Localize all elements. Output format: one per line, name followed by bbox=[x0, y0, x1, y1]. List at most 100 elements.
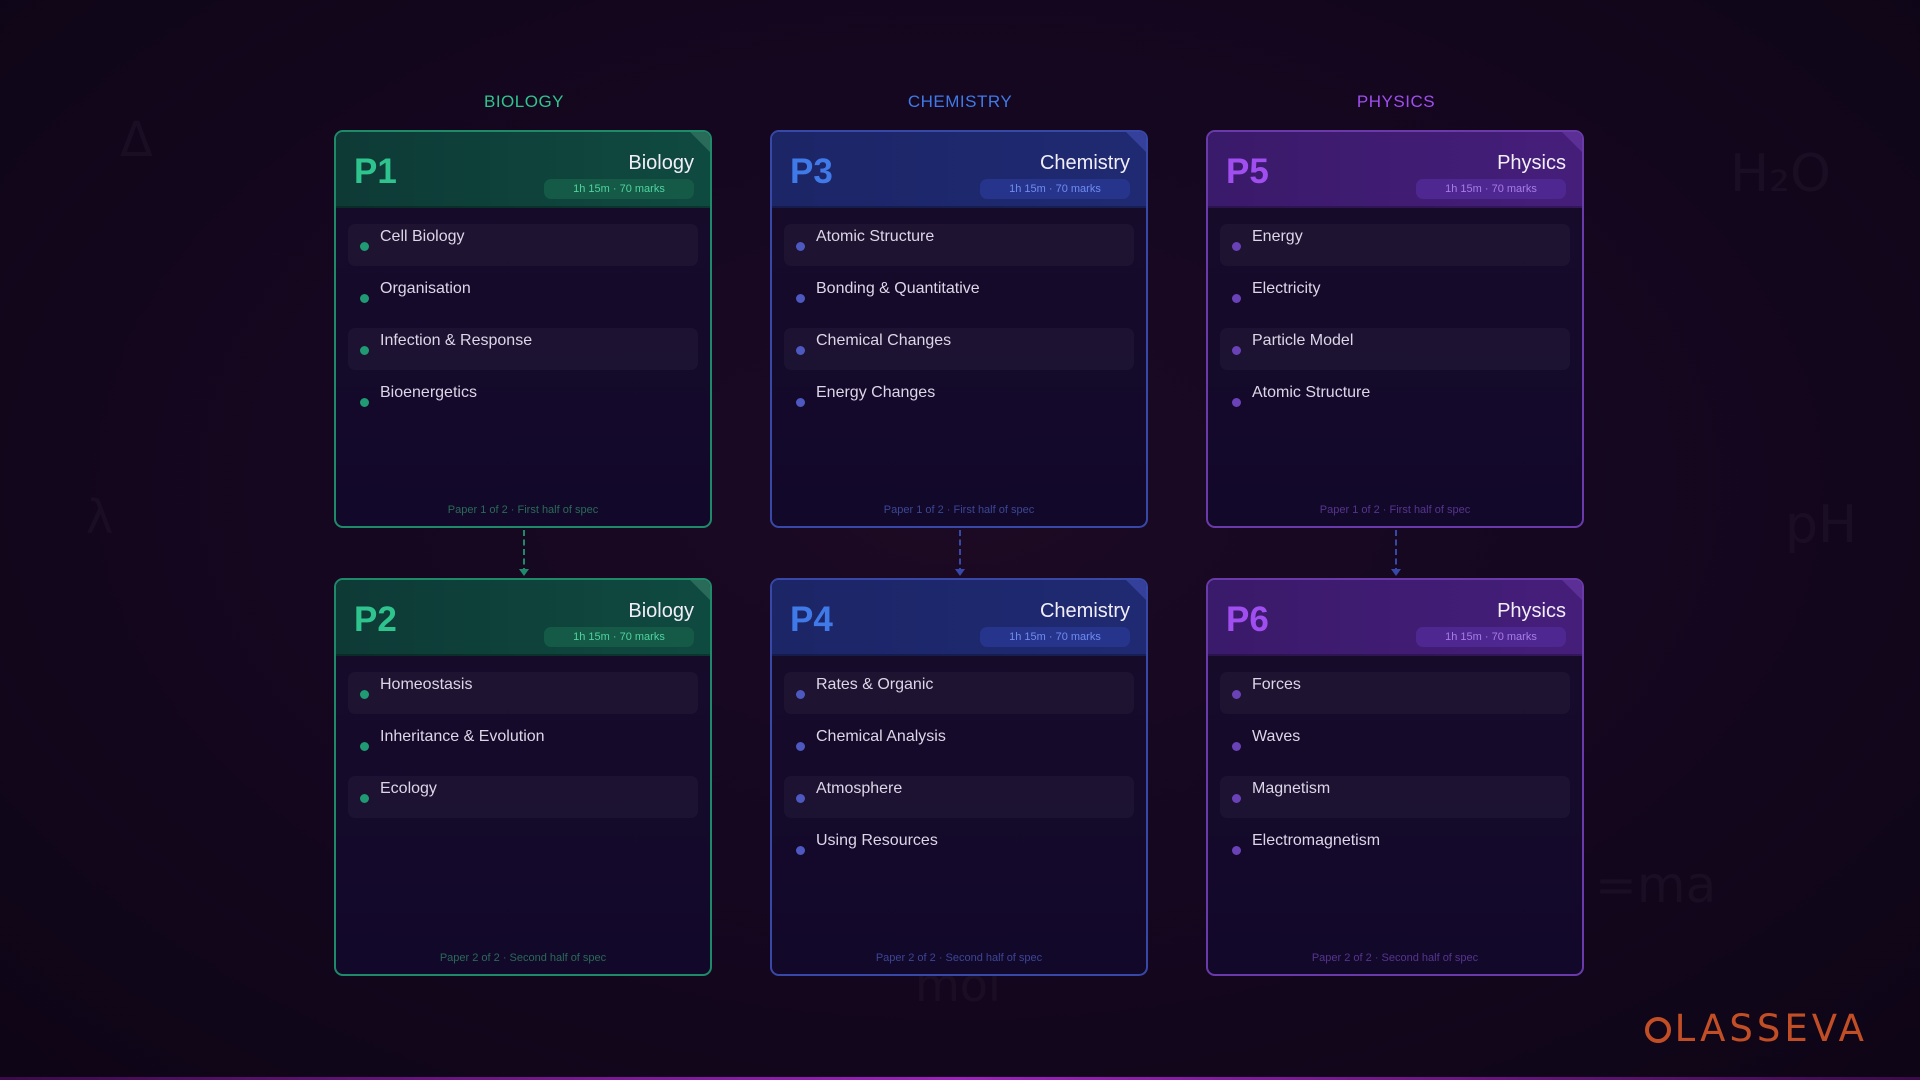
topic-item[interactable]: Bioenergetics bbox=[348, 380, 698, 422]
corner-fold-icon bbox=[1562, 580, 1582, 600]
topic-label: Atomic Structure bbox=[816, 228, 935, 245]
paper-code: P3 bbox=[790, 152, 833, 191]
bullet-dot-icon bbox=[796, 294, 805, 303]
topic-label: Atmosphere bbox=[816, 780, 903, 797]
topic-item[interactable]: Particle Model bbox=[1220, 328, 1570, 370]
topic-label: Using Resources bbox=[816, 832, 938, 849]
paper-card-p5[interactable]: P5 Physics 1h 15m · 70 marks Energy Elec… bbox=[1206, 130, 1584, 528]
topic-label: Infection & Response bbox=[380, 332, 533, 349]
topic-item[interactable]: Chemical Changes bbox=[784, 328, 1134, 370]
topic-label: Electricity bbox=[1252, 280, 1321, 297]
topic-label: Rates & Organic bbox=[816, 676, 934, 693]
topic-item[interactable]: Ecology bbox=[348, 776, 698, 818]
column-title-physics: PHYSICS bbox=[1356, 92, 1436, 111]
bullet-dot-icon bbox=[360, 742, 369, 751]
card-header: P6 Physics 1h 15m · 70 marks bbox=[1208, 580, 1582, 656]
topic-item[interactable]: Organisation bbox=[348, 276, 698, 318]
subject-label: Biology bbox=[628, 600, 694, 622]
topic-label: Inheritance & Evolution bbox=[380, 728, 545, 745]
bullet-dot-icon bbox=[360, 794, 369, 803]
topic-item[interactable]: Homeostasis bbox=[348, 672, 698, 714]
topic-list: Rates & Organic Chemical Analysis Atmosp… bbox=[772, 664, 1146, 870]
paper-code: P1 bbox=[354, 152, 397, 191]
card-footer: Paper 1 of 2 · First half of spec bbox=[883, 504, 1035, 516]
bullet-dot-icon bbox=[1232, 846, 1241, 855]
subject-label: Chemistry bbox=[1039, 600, 1130, 622]
column-title-chemistry: CHEMISTRY bbox=[907, 92, 1013, 111]
bullet-dot-icon bbox=[796, 242, 805, 251]
topic-item[interactable]: Energy bbox=[1220, 224, 1570, 266]
topic-label: Organisation bbox=[380, 280, 471, 297]
logo-c-ring-icon bbox=[1644, 1017, 1671, 1043]
topic-item[interactable]: Infection & Response bbox=[348, 328, 698, 370]
subject-label: Physics bbox=[1497, 152, 1566, 174]
topic-item[interactable]: Waves bbox=[1220, 724, 1570, 766]
topic-label: Waves bbox=[1252, 728, 1301, 745]
bullet-dot-icon bbox=[1232, 794, 1241, 803]
paper-code: P5 bbox=[1226, 152, 1269, 191]
bg-glyph-ph: pH bbox=[1785, 495, 1857, 555]
topic-item[interactable]: Rates & Organic bbox=[784, 672, 1134, 714]
card-header: P5 Physics 1h 15m · 70 marks bbox=[1208, 132, 1582, 208]
topic-item[interactable]: Atomic Structure bbox=[784, 224, 1134, 266]
duration-badge: 1h 15m · 70 marks bbox=[980, 179, 1130, 199]
topic-list: Forces Waves Magnetism Electromagnetism bbox=[1208, 664, 1582, 870]
topic-label: Bioenergetics bbox=[380, 384, 477, 401]
paper-code: P6 bbox=[1226, 600, 1269, 639]
bg-glyph-delta: Δ bbox=[120, 112, 153, 168]
paper-card-p3[interactable]: P3 Chemistry 1h 15m · 70 marks Atomic St… bbox=[770, 130, 1148, 528]
topic-item[interactable]: Atmosphere bbox=[784, 776, 1134, 818]
topic-item[interactable]: Using Resources bbox=[784, 828, 1134, 870]
bg-glyph-lambda: λ bbox=[86, 490, 113, 544]
topic-item[interactable]: Atomic Structure bbox=[1220, 380, 1570, 422]
card-header: P1 Biology 1h 15m · 70 marks bbox=[336, 132, 710, 208]
paper-card-p6[interactable]: P6 Physics 1h 15m · 70 marks Forces Wave… bbox=[1206, 578, 1584, 976]
connector-arrow-physics bbox=[1391, 530, 1401, 576]
bg-glyph-fma: =ma bbox=[1595, 856, 1716, 914]
column-title-biology: BIOLOGY bbox=[483, 92, 565, 111]
topic-item[interactable]: Chemical Analysis bbox=[784, 724, 1134, 766]
card-footer: Paper 1 of 2 · First half of spec bbox=[447, 504, 599, 516]
paper-card-p4[interactable]: P4 Chemistry 1h 15m · 70 marks Rates & O… bbox=[770, 578, 1148, 976]
topic-label: Chemical Analysis bbox=[816, 728, 946, 745]
topic-item[interactable]: Magnetism bbox=[1220, 776, 1570, 818]
connector-arrow-biology bbox=[519, 530, 529, 576]
card-header: P3 Chemistry 1h 15m · 70 marks bbox=[772, 132, 1146, 208]
topic-label: Atomic Structure bbox=[1252, 384, 1371, 401]
subject-label: Biology bbox=[628, 152, 694, 174]
topic-label: Chemical Changes bbox=[816, 332, 952, 349]
topic-item[interactable]: Energy Changes bbox=[784, 380, 1134, 422]
topic-item[interactable]: Electricity bbox=[1220, 276, 1570, 318]
duration-badge: 1h 15m · 70 marks bbox=[980, 627, 1130, 647]
connector-arrow-chemistry bbox=[955, 530, 965, 576]
topic-item[interactable]: Electromagnetism bbox=[1220, 828, 1570, 870]
paper-card-p2[interactable]: P2 Biology 1h 15m · 70 marks Homeostasis… bbox=[334, 578, 712, 976]
topic-label: Energy Changes bbox=[816, 384, 936, 401]
topic-item[interactable]: Forces bbox=[1220, 672, 1570, 714]
topic-label: Particle Model bbox=[1252, 332, 1354, 349]
corner-fold-icon bbox=[690, 132, 710, 152]
duration-badge: 1h 15m · 70 marks bbox=[1416, 627, 1566, 647]
topic-item[interactable]: Cell Biology bbox=[348, 224, 698, 266]
bullet-dot-icon bbox=[796, 794, 805, 803]
card-footer: Paper 2 of 2 · Second half of spec bbox=[439, 952, 607, 964]
corner-fold-icon bbox=[690, 580, 710, 600]
bullet-dot-icon bbox=[1232, 346, 1241, 355]
topic-label: Ecology bbox=[380, 780, 437, 797]
subject-label: Chemistry bbox=[1039, 152, 1130, 174]
topic-list: Energy Electricity Particle Model Atomic… bbox=[1208, 216, 1582, 422]
subject-label: Physics bbox=[1497, 600, 1566, 622]
topic-label: Magnetism bbox=[1252, 780, 1331, 797]
topic-list: Homeostasis Inheritance & Evolution Ecol… bbox=[336, 664, 710, 818]
logo-text: LASSEVA bbox=[1674, 1007, 1868, 1050]
bullet-dot-icon bbox=[360, 398, 369, 407]
duration-badge: 1h 15m · 70 marks bbox=[544, 627, 694, 647]
bullet-dot-icon bbox=[796, 846, 805, 855]
bullet-dot-icon bbox=[360, 242, 369, 251]
paper-code: P4 bbox=[790, 600, 833, 639]
topic-item[interactable]: Bonding & Quantitative bbox=[784, 276, 1134, 318]
paper-card-p1[interactable]: P1 Biology 1h 15m · 70 marks Cell Biolog… bbox=[334, 130, 712, 528]
topic-item[interactable]: Inheritance & Evolution bbox=[348, 724, 698, 766]
card-footer: Paper 2 of 2 · Second half of spec bbox=[1311, 952, 1479, 964]
card-header: P2 Biology 1h 15m · 70 marks bbox=[336, 580, 710, 656]
